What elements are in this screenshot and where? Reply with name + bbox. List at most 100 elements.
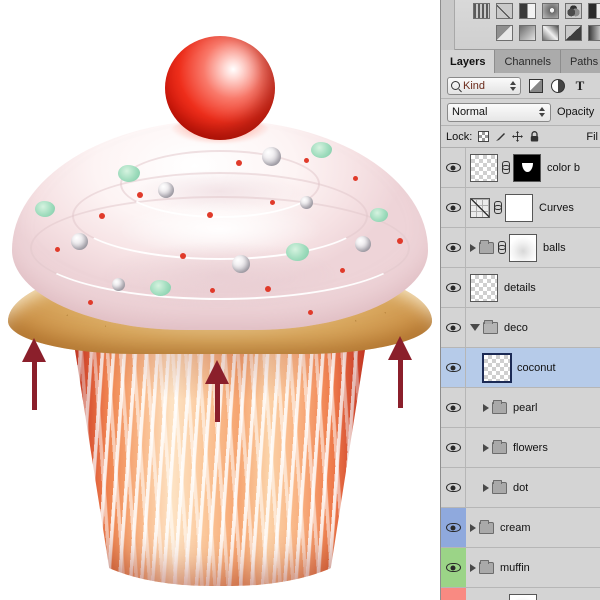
mask-shape [521,163,533,172]
eye-icon [445,163,461,172]
photo-filter-adjustment-icon[interactable] [496,25,513,41]
blend-mode-select[interactable]: Normal [447,102,551,122]
layer-row-body: deco [466,308,600,347]
pearl-sprinkle [112,278,125,291]
layer-row-cream[interactable]: cream [441,508,600,548]
folder-icon [492,439,507,454]
tab-layers[interactable]: Layers [441,50,496,73]
filter-kind-label: Kind [463,79,486,92]
filter-adjustment-layers-icon[interactable] [551,78,565,93]
layer-name: muffin [500,561,530,574]
eye-icon [445,363,461,372]
layer-visibility-toggle[interactable] [441,308,466,347]
red-dot-sprinkle [397,238,403,244]
layer-row-dot[interactable]: dot [441,468,600,508]
black-white-adjustment-icon[interactable] [588,3,600,19]
padlock-icon [531,131,539,142]
layer-row-muffin[interactable]: muffin [441,548,600,588]
move-arrows-icon [512,131,524,142]
eye-icon [445,243,461,252]
layer-row-coconut[interactable]: coconut [441,348,600,388]
eye-icon [445,403,461,412]
layer-row-pearl[interactable]: pearl [441,388,600,428]
layer-name: balls [543,241,566,254]
arrow-head-icon [22,338,46,362]
adjustments-row-top [473,3,600,19]
folder-icon [479,239,494,254]
levels-adjustment-icon[interactable] [473,3,490,19]
layer-visibility-toggle[interactable] [441,428,466,467]
layer-visibility-toggle[interactable] [441,388,466,427]
layer-visibility-toggle[interactable] [441,228,466,267]
tab-paths[interactable]: Paths [560,50,600,73]
layer-visibility-toggle[interactable] [441,348,466,387]
fill-label: Fil [586,130,598,143]
arrow-stem [32,360,37,410]
layer-visibility-toggle[interactable] [441,148,466,187]
lock-all-icon[interactable] [529,131,540,142]
layer-row-balls[interactable]: balls [441,228,600,268]
red-dot-sprinkle [353,176,358,181]
layer-thumbnail[interactable] [482,352,512,383]
filter-pixel-layers-icon[interactable] [529,78,543,93]
layer-visibility-toggle[interactable] [441,188,466,227]
lock-image-pixels-icon[interactable] [495,131,506,142]
layer-row-color-b[interactable]: color b [441,148,600,188]
chevron-right-icon[interactable] [483,403,489,412]
layer-list[interactable]: color b Curves balls details deco coconut pear… [441,148,600,600]
arrow-left [22,338,46,410]
chevron-right-icon[interactable] [483,483,489,492]
layer-row-curves[interactable]: Curves [441,188,600,228]
red-dot-sprinkle [265,286,271,292]
chevron-right-icon[interactable] [470,523,476,532]
layer-thumbnail[interactable] [470,153,498,182]
lock-transparent-pixels-icon[interactable] [478,131,490,142]
layer-row-body: flowers [466,428,600,467]
layer-thumbnail[interactable] [470,273,498,302]
layer-filter-bar: Kind T [441,73,600,99]
layer-row-deco[interactable]: deco [441,308,600,348]
hue-saturation-adjustment-icon[interactable] [542,3,559,19]
layer-mask-thumbnail[interactable] [509,233,537,262]
layer-mask-thumbnail[interactable] [505,193,533,222]
color-balance-adjustment-icon[interactable] [565,3,582,19]
red-dot-sprinkle [304,158,309,163]
filter-kind-select[interactable]: Kind [447,76,521,95]
panel-tabs: Layers Channels Paths [441,50,600,73]
filter-type-layers-icon[interactable]: T [573,78,587,93]
tab-channels[interactable]: Channels [495,50,561,73]
lock-position-icon[interactable] [512,131,524,142]
eye-icon [445,203,461,212]
layer-visibility-toggle[interactable] [441,268,466,307]
layer-row-details[interactable]: details [441,268,600,308]
layer-row-flowers[interactable]: flowers [441,428,600,468]
chevron-right-icon[interactable] [483,443,489,452]
eye-icon [445,523,461,532]
curves-adjustment-icon[interactable] [496,3,513,19]
eye-icon [445,563,461,572]
exposure-adjustment-icon[interactable] [519,3,536,19]
mask-shape [510,594,536,600]
layer-row-body: coconut [466,348,600,387]
chevron-right-icon[interactable] [470,243,476,252]
curves-thumbnail[interactable] [470,197,490,218]
layer-visibility-toggle[interactable] [441,468,466,507]
red-dot-sprinkle [137,192,143,198]
layer-row-body: details [466,268,600,307]
layer-row-base[interactable]: base [441,588,600,600]
color-lookup-adjustment-icon[interactable] [542,25,559,41]
link-mask-icon[interactable] [493,201,502,214]
channel-mixer-adjustment-icon[interactable] [519,25,536,41]
pearl-sprinkle [158,182,174,198]
chevron-right-icon[interactable] [470,563,476,572]
chevron-down-icon[interactable] [470,324,480,331]
link-mask-icon[interactable] [501,161,510,174]
layer-mask-thumbnail[interactable] [509,593,537,600]
search-icon [451,81,460,90]
link-mask-icon[interactable] [497,241,506,254]
red-dot-sprinkle [236,160,242,166]
layer-mask-thumbnail[interactable] [513,153,541,182]
invert-adjustment-icon[interactable] [565,25,582,41]
cherry-topper [165,36,275,140]
gradient-map-adjustment-icon[interactable] [588,25,600,41]
